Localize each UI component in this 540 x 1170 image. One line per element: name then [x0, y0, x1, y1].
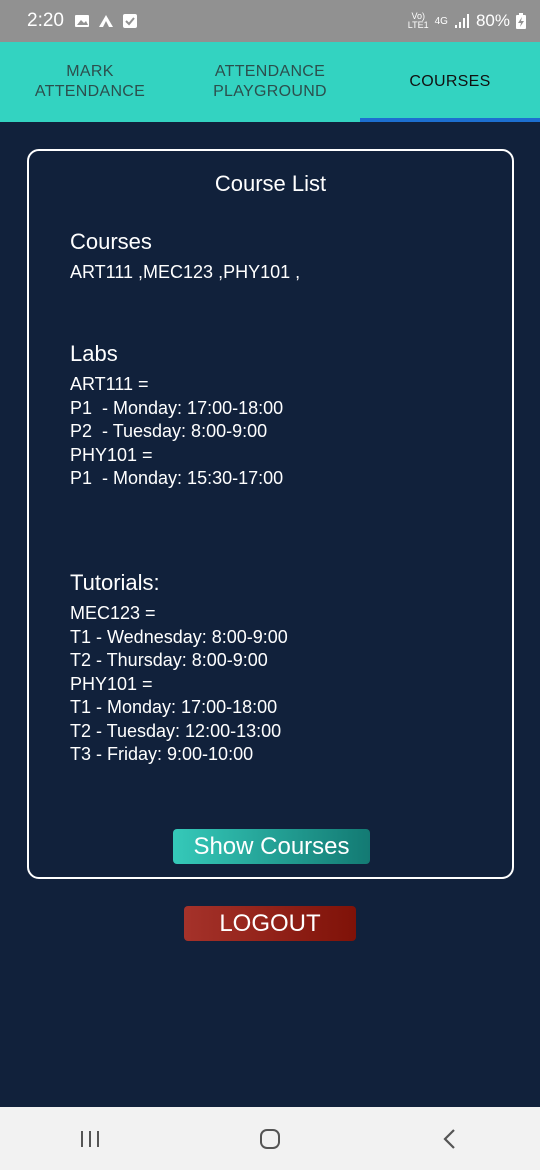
tutorials-line: PHY101 =	[70, 673, 153, 694]
courses-section: Courses ART111 ,MEC123 ,PHY101 ,	[70, 229, 300, 285]
home-icon	[260, 1128, 280, 1149]
recent-apps-button[interactable]	[60, 1119, 120, 1159]
show-courses-button[interactable]: Show Courses	[173, 829, 370, 864]
back-icon	[443, 1128, 455, 1149]
image-icon	[74, 15, 89, 27]
app-logo-icon	[98, 15, 113, 27]
status-time: 2:20	[27, 10, 64, 31]
labs-heading: Labs	[70, 341, 118, 366]
recent-apps-icon	[81, 1130, 99, 1147]
course-list-card: Course List Courses ART111 ,MEC123 ,PHY1…	[27, 149, 514, 879]
labs-line: ART111 =	[70, 374, 149, 394]
courses-heading: Courses	[70, 229, 152, 254]
tutorials-heading: Tutorials:	[70, 570, 160, 595]
back-button[interactable]	[420, 1119, 480, 1159]
checkbox-notification-icon	[122, 14, 137, 28]
course-list-title: Course List	[214, 171, 327, 196]
labs-line: P2 - Tuesday: 8:00-9:00	[70, 421, 268, 441]
home-button[interactable]	[240, 1119, 300, 1159]
status-bar: 2:20 Vo) LTE1 4G 80%	[0, 0, 540, 42]
volte-indicator: Vo) LTE1	[407, 11, 429, 30]
labs-section: Labs ART111 = P1 - Monday: 17:00-18:00 P…	[70, 341, 283, 491]
labs-line: P1 - Monday: 15:30-17:00	[70, 468, 284, 488]
signal-icon	[454, 14, 469, 28]
tutorials-line: T3 - Friday: 9:00-10:00	[70, 744, 254, 764]
labs-line: P1 - Monday: 17:00-18:00	[70, 397, 284, 418]
tutorials-line: T1 - Wednesday: 8:00-9:00	[70, 626, 288, 647]
tutorials-line: T2 - Thursday: 8:00-9:00	[70, 650, 268, 670]
battery-percent: 80%	[475, 11, 510, 30]
battery-charging-icon	[516, 13, 526, 29]
system-nav-bar	[0, 1107, 540, 1170]
tutorials-line: MEC123 =	[70, 603, 156, 623]
tab-courses[interactable]: COURSES	[360, 42, 540, 122]
network-type: 4G	[434, 15, 448, 27]
logout-button[interactable]: LOGOUT	[184, 906, 356, 941]
labs-line: PHY101 =	[70, 444, 153, 465]
tutorials-line: T2 - Tuesday: 12:00-13:00	[70, 720, 282, 741]
tutorials-line: T1 - Monday: 17:00-18:00	[70, 697, 278, 717]
tab-mark-attendance[interactable]: MARK ATTENDANCE	[0, 42, 180, 122]
tutorials-section: Tutorials: MEC123 = T1 - Wednesday: 8:00…	[70, 570, 288, 767]
status-right: Vo) LTE1 4G 80%	[408, 11, 526, 31]
tab-bar: MARK ATTENDANCE ATTENDANCE PLAYGROUND CO…	[0, 42, 540, 122]
tab-attendance-playground[interactable]: ATTENDANCE PLAYGROUND	[180, 42, 360, 122]
courses-line: ART111 ,MEC123 ,PHY101 ,	[70, 262, 301, 282]
